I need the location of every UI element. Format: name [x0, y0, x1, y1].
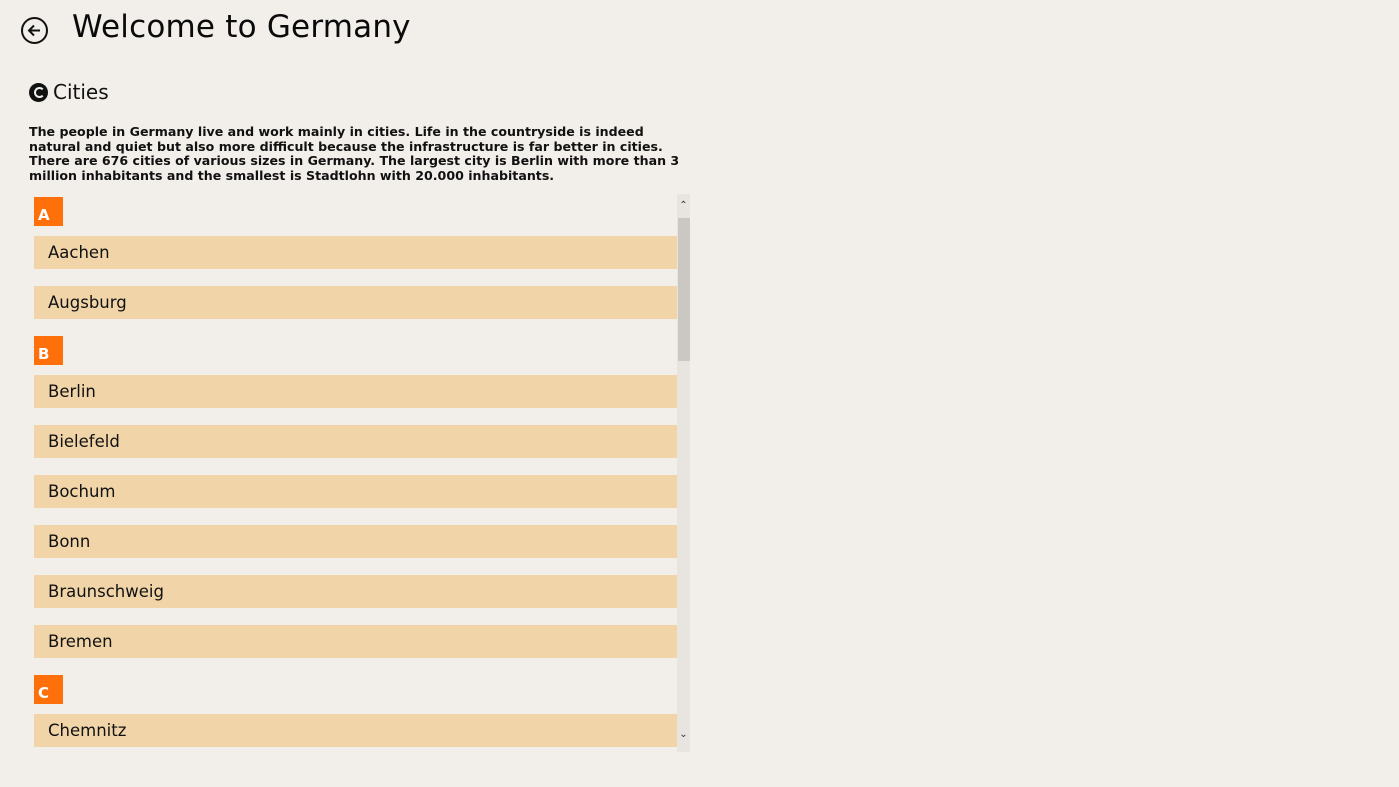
- arrow-left-icon: [27, 24, 40, 37]
- group-header-b[interactable]: B: [34, 336, 63, 365]
- group-header-a[interactable]: A: [34, 197, 63, 226]
- city-item-aachen[interactable]: Aachen: [34, 236, 677, 269]
- city-item-braunschweig[interactable]: Braunschweig: [34, 575, 686, 608]
- section-header: Cities: [29, 80, 109, 104]
- city-item-bonn[interactable]: Bonn: [34, 525, 686, 558]
- scrollbar-thumb[interactable]: [678, 218, 690, 361]
- chevron-down-icon[interactable]: ⌄: [677, 728, 690, 742]
- group-header-c[interactable]: C: [34, 675, 63, 704]
- city-item-bochum[interactable]: Bochum: [34, 475, 686, 508]
- city-item-bielefeld[interactable]: Bielefeld: [34, 425, 686, 458]
- section-description: The people in Germany live and work main…: [29, 124, 680, 183]
- city-item-augsburg[interactable]: Augsburg: [34, 286, 677, 319]
- cities-icon: [29, 82, 48, 102]
- page-title: Welcome to Germany: [72, 9, 411, 45]
- scrollbar[interactable]: ⌃ ⌄: [677, 194, 690, 752]
- section-title: Cities: [53, 80, 109, 104]
- city-item-bremen[interactable]: Bremen: [34, 625, 686, 658]
- city-item-chemnitz[interactable]: Chemnitz: [34, 714, 686, 747]
- city-list[interactable]: A Aachen Augsburg B Berlin Bielefeld Bochum Bon…: [33, 194, 690, 752]
- back-button[interactable]: [21, 17, 48, 44]
- chevron-up-icon[interactable]: ⌃: [677, 200, 690, 212]
- city-item-berlin[interactable]: Berlin: [34, 375, 686, 408]
